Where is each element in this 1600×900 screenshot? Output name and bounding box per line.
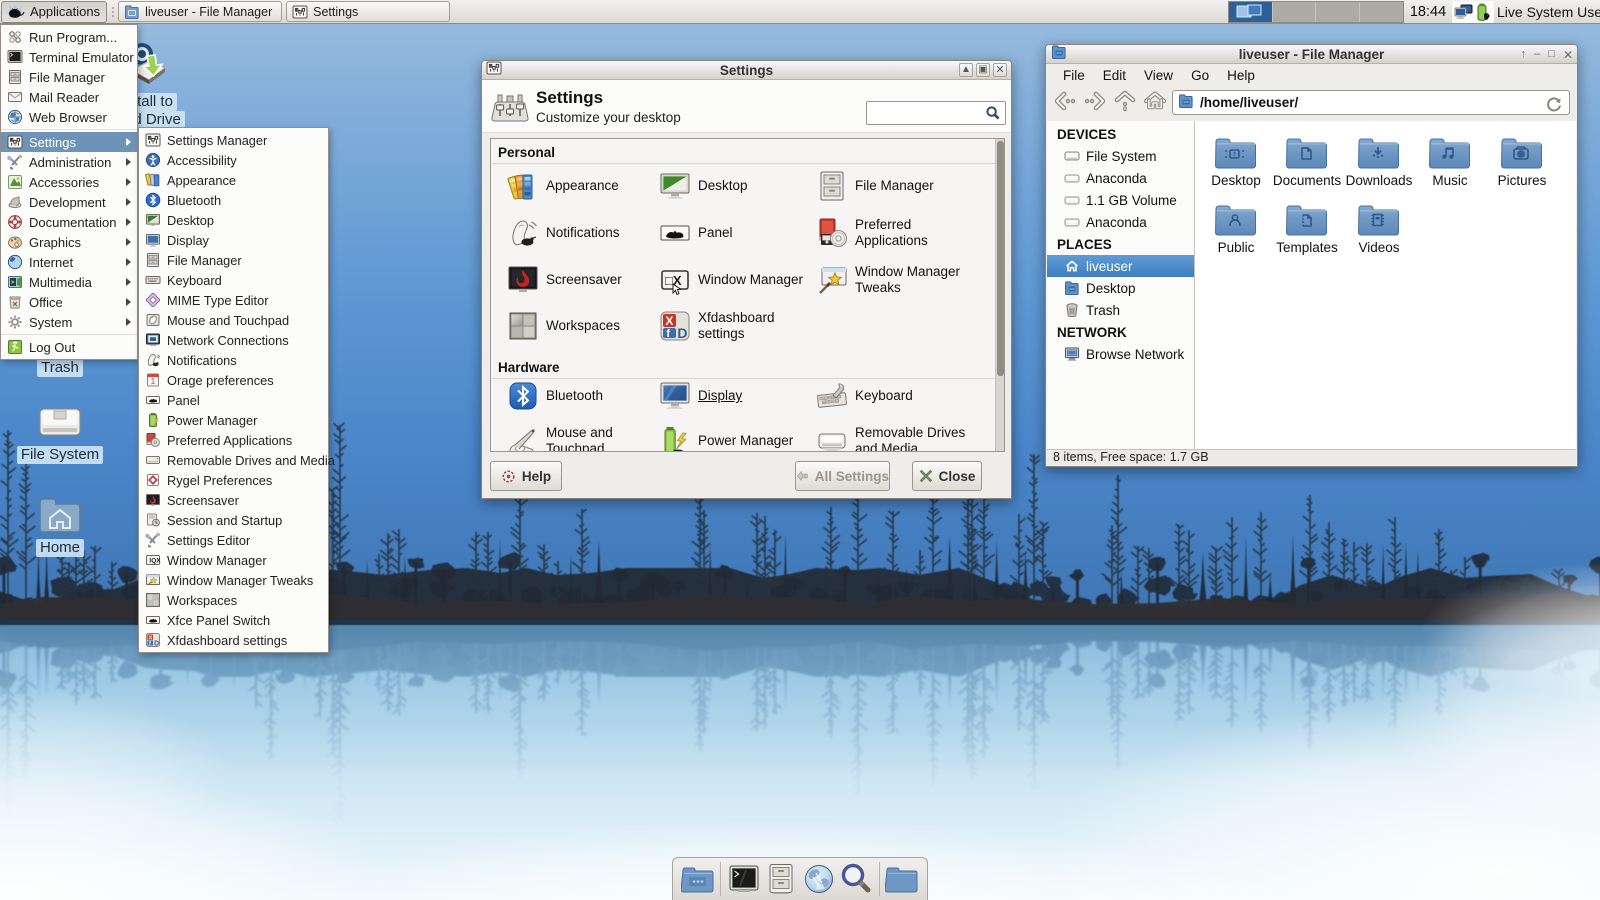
svg-text:IQX: IQX (149, 557, 161, 564)
svg-text:1: 1 (151, 377, 156, 386)
svg-text:D: D (677, 325, 687, 341)
svg-text:f: f (149, 641, 151, 647)
svg-text:f: f (666, 328, 670, 340)
svg-text:X: X (665, 314, 673, 328)
svg-text:D: D (154, 640, 159, 647)
